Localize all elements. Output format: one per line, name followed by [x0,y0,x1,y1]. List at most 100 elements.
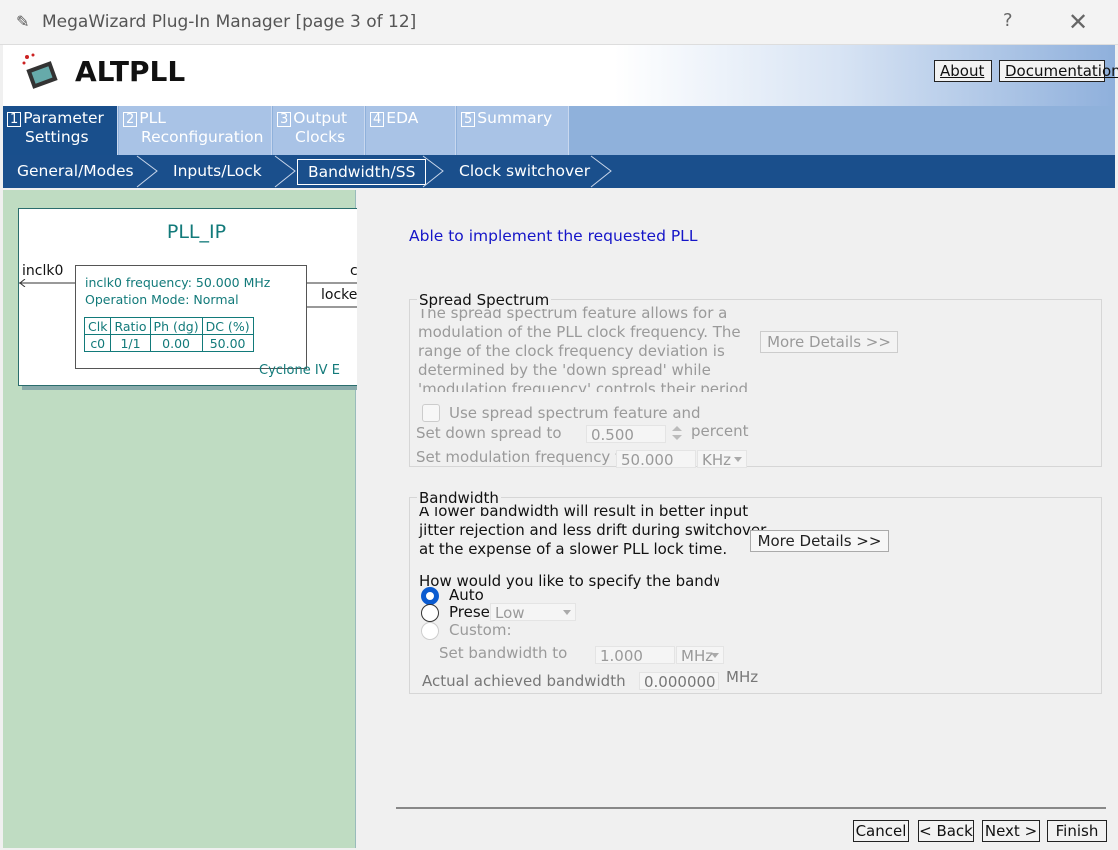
spread-spectrum-checkbox[interactable] [422,404,440,422]
tab-output-clocks[interactable]: 3 Output Clocks [273,106,365,155]
wizard-header: ALTPLL About Documentation [3,45,1118,106]
description-line: 'modulation frequency' controls their pe… [418,380,748,392]
chevron-right-icon [422,155,444,188]
down-spread-input[interactable]: 0.500 [586,425,666,444]
tab-label: EDA [386,109,419,127]
status-message: Able to implement the requested PLL [409,227,698,245]
table-cell: c0 [83,334,112,352]
chevron-down-icon [563,610,571,615]
step-tabs: 1 Parameter Settings 2 PLL Reconfiguration… [3,106,1115,155]
close-icon[interactable]: ✕ [1068,8,1088,36]
wand-icon: ✎ [16,12,30,31]
chevron-right-icon [274,155,296,188]
tab-label-line2: Reconfiguration [141,128,264,146]
unit-select-value: KHz [702,451,731,469]
tab-label: Output [293,109,348,127]
tab-number: 4 [370,112,385,127]
cancel-button[interactable]: Cancel [853,820,909,842]
clock-table: Clk Ratio Ph (dg) DC (%) c0 1/1 0.00 50.… [83,317,254,352]
documentation-button[interactable]: Documentation [999,60,1118,82]
set-bandwidth-label: Set bandwidth to [439,644,568,662]
input-pin-label: inclk0 [22,263,64,279]
settings-panel: Able to implement the requested PLL The … [357,190,1115,848]
bandwidth-label: Bandwidth [417,489,501,507]
actual-bandwidth-unit: MHz [726,668,759,686]
spread-spectrum-label: Spread Spectrum [417,291,552,309]
bandwidth-preset-radio[interactable] [421,604,439,622]
description-line: modulation of the PLL clock frequency. T… [418,323,741,341]
sub-tabs: General/Modes Inputs/Lock Bandwidth/SS C… [3,155,1115,188]
description-line: determined by the 'down spread' while [418,361,711,379]
about-button[interactable]: About [934,60,992,82]
tab-number: 3 [277,112,292,127]
down-spread-unit: percent [691,422,749,440]
set-bandwidth-unit-select[interactable]: MHz [676,646,724,665]
description-line: range of the clock frequency deviation i… [418,342,725,360]
chevron-right-icon [590,155,612,188]
table-row: c0 1/1 0.00 50.00 [83,334,254,352]
table-cell: 1/1 [110,334,151,352]
bandwidth-group: A lower bandwidth will result in better … [409,497,1102,694]
pll-block-diagram: PLL_IP inclk0 c0 locked inclk0 frequency… [18,208,373,386]
pll-diagram-panel: PLL_IP inclk0 c0 locked inclk0 frequency… [3,190,373,848]
title-bar: ✎ MegaWizard Plug-In Manager [page 3 of … [0,0,1118,45]
operation-mode: Operation Mode: Normal [85,292,239,307]
down-spread-stepper[interactable] [670,424,684,442]
bandwidth-custom-radio[interactable] [421,622,439,640]
chevron-down-icon [734,457,742,462]
device-family: Cyclone IV E [259,363,340,378]
tab-label-line2: Clocks [295,128,346,146]
bandwidth-description-line: jitter rejection and less drift during s… [419,521,767,539]
modulation-frequency-label: Set modulation frequency to [416,448,631,466]
table-header-row: Clk Ratio Ph (dg) DC (%) [83,317,254,335]
bandwidth-description-line: at the expense of a slower PLL lock time… [419,540,728,558]
bandwidth-auto-radio[interactable] [421,587,439,605]
actual-bandwidth-value: 0.000000 [639,672,719,691]
footer-divider [396,807,1106,809]
tab-eda[interactable]: 4 EDA [366,106,456,155]
table-header: Clk [83,317,112,335]
spread-more-details-button[interactable]: More Details >> [760,331,898,353]
inclk-frequency: inclk0 frequency: 50.000 MHz [85,275,271,290]
chevron-down-icon [711,653,719,658]
modulation-frequency-unit-select[interactable]: KHz [697,450,747,469]
tab-label: Summary [477,109,553,127]
tab-label-line2: Settings [25,128,89,146]
back-button[interactable]: < Back [918,820,974,842]
table-cell: 50.00 [201,334,254,352]
pll-title: PLL_IP [166,221,227,243]
modulation-frequency-input[interactable]: 50.000 [616,450,696,469]
next-button[interactable]: Next > [982,820,1040,842]
chevron-right-icon [136,155,158,188]
bandwidth-preset-label: Preset [449,603,496,621]
input-line [19,279,75,287]
pll-logo-icon [22,53,58,89]
set-bandwidth-input[interactable]: 1.000 [595,646,675,665]
spread-spectrum-checkbox-label: Use spread spectrum feature and [449,404,701,422]
bandwidth-more-details-button[interactable]: More Details >> [750,530,889,552]
table-header: Ph (dg) [149,317,203,335]
down-spread-label: Set down spread to [416,424,562,442]
tab-summary[interactable]: 5 Summary [457,106,569,155]
subtab-clock-switchover[interactable]: Clock switchover [459,159,590,185]
tab-label: Parameter [23,109,104,127]
window-title: MegaWizard Plug-In Manager [page 3 of 12… [42,12,417,32]
spread-spectrum-group: The spread spectrum feature allows for a… [409,299,1102,469]
tab-number: 2 [123,112,138,127]
tab-number: 5 [461,112,476,127]
page-heading: ALTPLL [75,55,186,88]
subtab-general-modes[interactable]: General/Modes [17,159,134,185]
table-header: DC (%) [201,317,254,335]
actual-bandwidth-label: Actual achieved bandwidth [422,672,626,690]
tab-number: 1 [7,112,22,127]
bandwidth-preset-select[interactable]: Low [490,603,576,622]
subtab-inputs-lock[interactable]: Inputs/Lock [173,159,262,185]
tab-parameter-settings[interactable]: 1 Parameter Settings [3,106,118,155]
table-header: Ratio [110,317,151,335]
spread-spectrum-description: The spread spectrum feature allows for a… [418,306,748,392]
tab-pll-reconfiguration[interactable]: 2 PLL Reconfiguration [119,106,272,155]
unit-select-value: MHz [681,647,714,665]
help-icon[interactable]: ? [1003,10,1013,31]
finish-button[interactable]: Finish [1047,820,1107,842]
subtab-bandwidth-ss[interactable]: Bandwidth/SS [297,159,427,185]
